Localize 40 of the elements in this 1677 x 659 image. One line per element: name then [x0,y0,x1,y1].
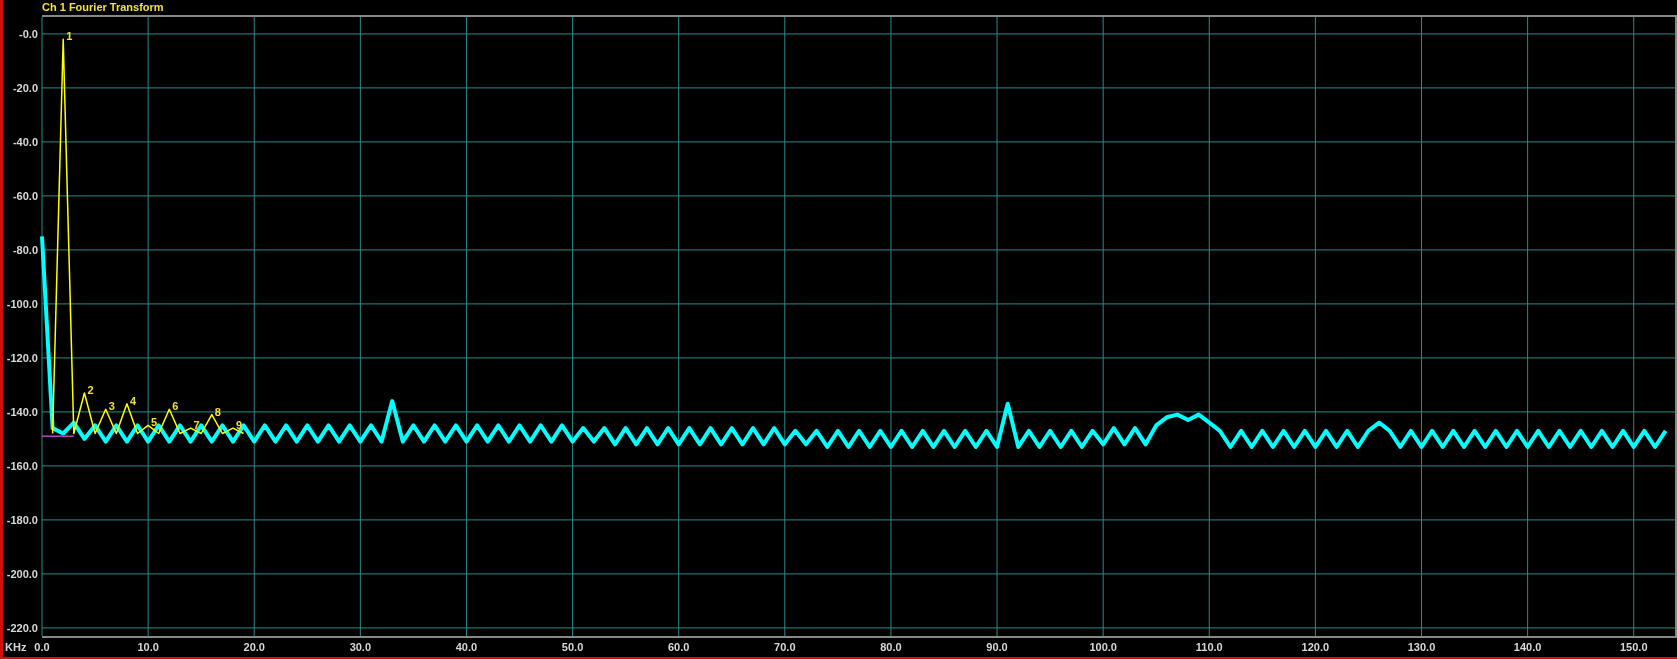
axis-label: -80.0 [12,243,38,256]
axis-label: 40.0 [455,641,478,653]
axis-label: 80.0 [880,641,902,653]
axis-label: 50.0 [561,641,584,653]
axis-label: -220.0 [6,621,38,634]
axis-label: 70.0 [774,641,796,653]
axis-label: 30.0 [349,641,372,653]
peak-label: 4 [129,394,136,407]
peak-label: 1 [66,30,73,43]
axis-label: -0.0 [19,27,38,40]
axis-label: 0.0 [34,641,50,653]
peak-label: 6 [172,400,179,413]
axis-label: 150.0 [1619,641,1648,653]
axis-label: -60.0 [12,189,38,202]
axis-label: 10.0 [137,641,159,653]
peak-label: 2 [87,384,94,396]
axis-label: 100.0 [1089,641,1117,653]
axis-label: 20.0 [243,641,265,653]
baseline-marker [41,435,75,437]
axis-title: KHz [5,641,27,653]
peak-label: 5 [151,416,158,429]
axis-label: -180.0 [6,513,38,526]
peak-label: 8 [214,405,221,418]
axis-label: -120.0 [6,351,38,364]
axis-label: -40.0 [12,135,38,148]
axis-label: -100.0 [6,297,38,310]
peak-label: 7 [193,419,200,432]
axis-label: 120.0 [1301,641,1330,653]
axis-label: 90.0 [986,641,1008,653]
chart-title: Ch 1 Fourier Transform [42,1,164,14]
axis-label: -20.0 [12,81,38,94]
axis-label: 60.0 [668,641,690,653]
peak-label: 9 [236,419,243,432]
axis-label: -160.0 [6,459,38,472]
axis-label: -140.0 [6,405,38,418]
axis-label: 110.0 [1195,641,1223,653]
axis-label: 130.0 [1407,641,1436,653]
axis-label: 140.0 [1513,641,1542,653]
peak-label: 3 [108,400,115,413]
axis-label: -200.0 [6,567,38,580]
